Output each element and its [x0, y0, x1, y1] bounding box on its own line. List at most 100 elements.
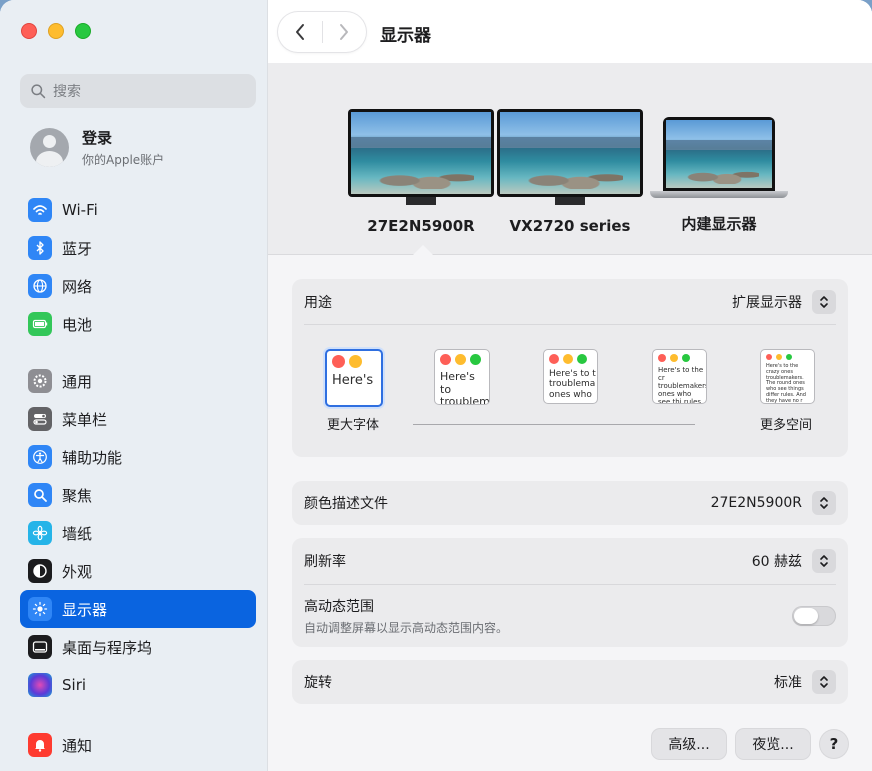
hdr-label: 高动态范围	[304, 599, 374, 615]
display-arrangement: 27E2N5900R VX2720 series 内建显示器	[268, 63, 872, 255]
scale-option-2[interactable]: Here's to troublem	[434, 349, 490, 405]
rotation-value: 标准	[774, 675, 802, 691]
usage-row: 用途 扩展显示器	[292, 279, 848, 324]
siri-icon	[28, 673, 52, 697]
minimize-window-button[interactable]	[48, 23, 64, 39]
sidebar-item-label: 墙纸	[62, 524, 93, 543]
sidebar-group-network: Wi-Fi 蓝牙网络电池	[20, 191, 256, 343]
wifi-icon	[28, 198, 52, 222]
zoom-window-button[interactable]	[75, 23, 91, 39]
color-profile-card: 颜色描述文件 27E2N5900R	[292, 481, 848, 525]
popup-chevrons-icon	[812, 549, 836, 573]
sidebar-group-notifications: 通知	[20, 726, 256, 764]
history-nav	[278, 12, 366, 52]
account-row[interactable]: 登录 你的Apple账户	[30, 127, 164, 168]
spotlight-icon	[28, 483, 52, 507]
rotation-popup[interactable]: 标准	[774, 670, 836, 694]
account-title: 登录	[82, 129, 113, 147]
appearance-icon	[28, 559, 52, 583]
scale-option-4[interactable]: Here's to the cr troublemakers. ones who…	[652, 349, 707, 404]
sidebar-item-label: Siri	[62, 676, 87, 694]
close-window-button[interactable]	[21, 23, 37, 39]
back-button[interactable]	[278, 12, 322, 52]
hdr-toggle[interactable]	[792, 606, 836, 626]
globe-icon	[28, 274, 52, 298]
sidebar-item[interactable]: Siri	[20, 666, 256, 704]
sidebar-item-label: 外观	[62, 562, 93, 581]
usage-card: 用途 扩展显示器 Here's Here's to troublem Here'…	[292, 279, 848, 457]
sidebar-item-label: 网络	[62, 277, 93, 296]
rotation-label: 旋转	[304, 675, 332, 691]
rotation-row: 旋转 标准	[292, 660, 848, 704]
search-field[interactable]: 搜索	[20, 74, 256, 108]
usage-value: 扩展显示器	[732, 294, 802, 311]
forward-button[interactable]	[322, 12, 366, 52]
sidebar-item[interactable]: 显示器	[20, 590, 256, 628]
night-shift-button[interactable]: 夜览...	[736, 729, 810, 759]
account-subtitle: 你的Apple账户	[82, 153, 165, 167]
caption-larger-text: 更大字体	[327, 418, 380, 433]
sidebar-item-label: 电池	[62, 315, 93, 334]
color-profile-value: 27E2N5900R	[710, 495, 802, 511]
refresh-value: 60 赫兹	[751, 554, 802, 570]
refresh-popup[interactable]: 60 赫兹	[752, 549, 836, 573]
usage-popup[interactable]: 扩展显示器	[732, 289, 836, 314]
sidebar-item-label: 显示器	[62, 600, 108, 619]
display-item-builtin[interactable]: 内建显示器	[650, 117, 788, 234]
scale-slider-track	[413, 424, 695, 425]
display-label: VX2720 series	[509, 217, 631, 235]
sidebar-item-label: 桌面与程序坞	[62, 638, 153, 657]
popup-chevrons-icon	[812, 670, 836, 694]
sidebar-item[interactable]: 辅助功能	[20, 438, 256, 476]
hdr-row: 高动态范围 自动调整屏幕以显示高动态范围内容。	[292, 585, 848, 647]
sidebar-item[interactable]: 菜单栏	[20, 400, 256, 438]
search-placeholder: 搜索	[53, 84, 81, 100]
menubar-icon	[28, 407, 52, 431]
sidebar-item[interactable]: 墙纸	[20, 514, 256, 552]
usage-label: 用途	[304, 294, 332, 311]
rotation-card: 旋转 标准	[292, 660, 848, 704]
hdr-description: 自动调整屏幕以显示高动态范围内容。	[304, 621, 509, 635]
sidebar-item[interactable]: 网络	[20, 267, 256, 305]
sidebar-item-label: 聚焦	[62, 486, 93, 505]
help-button[interactable]: ?	[820, 730, 848, 758]
page-title: 显示器	[380, 26, 431, 46]
battery-icon	[28, 312, 52, 336]
popup-chevrons-icon	[812, 491, 836, 515]
window-controls	[21, 23, 91, 39]
sidebar-item[interactable]: 蓝牙	[20, 229, 256, 267]
refresh-hdr-card: 刷新率 60 赫兹 高动态范围 自动调整屏幕以显示高动态范围内容。	[292, 538, 848, 647]
scale-option-more-space[interactable]: Here's to the crazy ones troublemakers. …	[760, 349, 815, 404]
display-label: 27E2N5900R	[367, 217, 475, 235]
sidebar-item[interactable]: 通知	[20, 726, 256, 764]
sidebar: 搜索 登录 你的Apple账户 Wi-Fi 蓝牙网络电池 通用菜单栏辅助功能聚焦墙…	[0, 0, 268, 771]
scale-option-larger-text[interactable]: Here's	[325, 349, 383, 407]
chevron-left-icon	[295, 24, 304, 40]
display-icon	[28, 597, 52, 621]
sidebar-item[interactable]: 外观	[20, 552, 256, 590]
bluetooth-icon	[28, 236, 52, 260]
notification-icon	[28, 733, 52, 757]
display-item-vx2720[interactable]: VX2720 series	[497, 109, 643, 235]
sidebar-item[interactable]: 电池	[20, 305, 256, 343]
resolution-scale: Here's Here's to troublem Here's to t tr…	[292, 325, 848, 455]
caption-more-space: 更多空间	[760, 418, 813, 433]
sidebar-item[interactable]: Wi-Fi	[20, 191, 256, 229]
sidebar-item[interactable]: 通用	[20, 362, 256, 400]
chevron-right-icon	[340, 24, 349, 40]
advanced-button[interactable]: 高级...	[652, 729, 726, 759]
toolbar: 显示器	[268, 0, 872, 63]
color-profile-row: 颜色描述文件 27E2N5900R	[292, 481, 848, 525]
monitor-screen	[497, 109, 643, 197]
sidebar-item-label: 菜单栏	[62, 410, 108, 429]
laptop-screen	[663, 117, 775, 191]
sidebar-item-label: 蓝牙	[62, 239, 93, 258]
sidebar-item[interactable]: 桌面与程序坞	[20, 628, 256, 666]
display-item-27e2n5900r[interactable]: 27E2N5900R	[348, 109, 494, 235]
settings-window: 搜索 登录 你的Apple账户 Wi-Fi 蓝牙网络电池 通用菜单栏辅助功能聚焦墙…	[0, 0, 872, 771]
sidebar-item[interactable]: 聚焦	[20, 476, 256, 514]
sidebar-item-label: Wi-Fi	[62, 201, 98, 219]
color-profile-popup[interactable]: 27E2N5900R	[711, 491, 836, 515]
color-profile-label: 颜色描述文件	[304, 496, 388, 512]
scale-option-3[interactable]: Here's to t troublema ones who	[543, 349, 598, 404]
